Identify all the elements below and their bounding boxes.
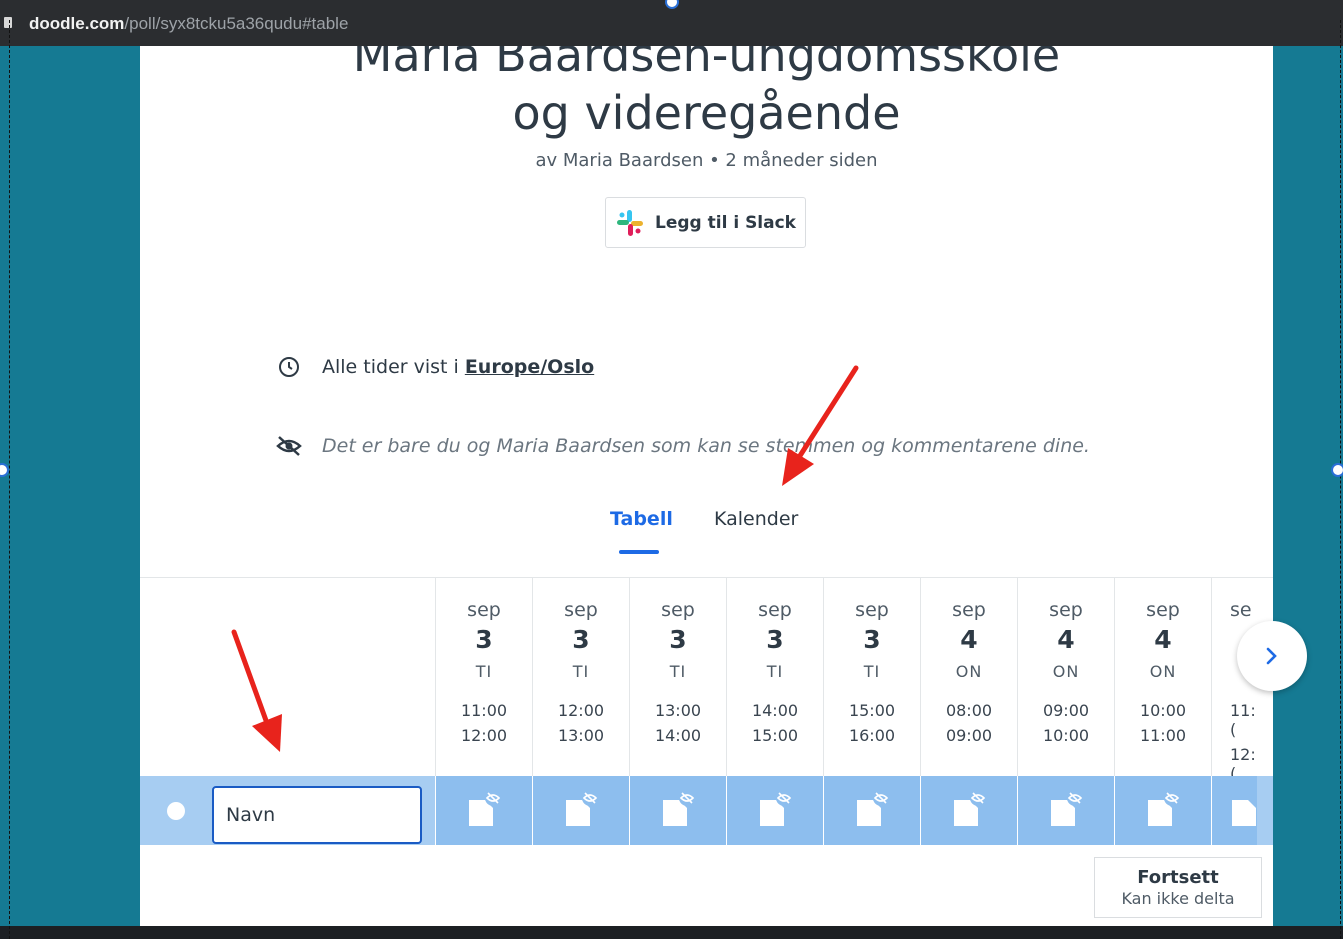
vote-checkbox[interactable]: [823, 776, 920, 845]
url-path: /poll/syx8tcku5a36qudu#table: [124, 14, 349, 33]
cannot-attend-label: Kan ikke delta: [1121, 889, 1235, 908]
slot-end: 12:00: [460, 726, 508, 745]
slot-day: 4: [1154, 625, 1172, 654]
slot-weekday: TI: [863, 662, 881, 681]
vote-checkbox[interactable]: [726, 776, 823, 845]
poll-author: av Maria Baardsen • 2 måneder siden: [535, 150, 878, 171]
add-to-slack-label: Legg til i Slack: [655, 212, 796, 233]
slot-end: 14:00: [654, 726, 702, 745]
resize-handle-left[interactable]: [0, 463, 9, 477]
vote-checkbox[interactable]: [629, 776, 726, 845]
tab-calendar[interactable]: Kalender: [714, 508, 798, 530]
hidden-vote-icon: [566, 790, 598, 826]
slot-start: 09:00: [1042, 701, 1090, 720]
slot-start: 11:00: [460, 701, 508, 720]
timezone-row: Alle tider vist i Europe/Oslo: [274, 356, 594, 378]
lock-icon: [4, 17, 12, 28]
slot-start: 14:00: [751, 701, 799, 720]
hidden-vote-icon: [1148, 790, 1180, 826]
user-icon: [167, 802, 185, 820]
slot-day: 3: [863, 625, 881, 654]
vote-checkbox[interactable]: [1211, 776, 1257, 845]
poll-page: Maria Baardsen-ungdomsskole og videregåe…: [140, 46, 1273, 926]
slot-end: 10:00: [1042, 726, 1090, 745]
slot-start: 12:00: [557, 701, 605, 720]
participant-row: [140, 776, 1273, 845]
slot-month: sep: [758, 599, 792, 621]
slot-month: sep: [564, 599, 598, 621]
poll-title-line2: og videregående: [512, 86, 901, 140]
tab-table[interactable]: Tabell: [610, 508, 673, 530]
hidden-vote-icon: [760, 790, 792, 826]
timezone-prefix: Alle tider vist i: [322, 356, 459, 378]
slot-day: 3: [669, 625, 687, 654]
vote-checkbox[interactable]: [1017, 776, 1114, 845]
slot-start: 15:00: [848, 701, 896, 720]
slot-weekday: TI: [572, 662, 590, 681]
clock-icon: [274, 356, 304, 378]
name-input[interactable]: [212, 786, 422, 844]
vote-checkbox[interactable]: [1114, 776, 1211, 845]
continue-label: Fortsett: [1137, 867, 1219, 888]
slot-end: 16:00: [848, 726, 896, 745]
chevron-right-icon: [1266, 647, 1277, 665]
hidden-vote-icon: [663, 790, 695, 826]
hidden-vote-icon: [1051, 790, 1083, 826]
slot-month: sep: [1049, 599, 1083, 621]
hidden-vote-icon: [857, 790, 889, 826]
privacy-row: Det er bare du og Maria Baardsen som kan…: [274, 435, 1090, 457]
annotation-arrow-calendar: [782, 365, 859, 486]
slot-month: sep: [952, 599, 986, 621]
slot-weekday: TI: [475, 662, 493, 681]
eye-off-icon: [274, 435, 304, 457]
poll-title: Maria Baardsen-ungdomsskole og videregåe…: [140, 46, 1273, 142]
privacy-note: Det er bare du og Maria Baardsen som kan…: [322, 435, 1090, 457]
selection-border-right: [1340, 20, 1341, 939]
slot-month: sep: [855, 599, 889, 621]
slot-end: 09:00: [945, 726, 993, 745]
vote-checkbox[interactable]: [532, 776, 629, 845]
slot-month: sep: [1146, 599, 1180, 621]
add-to-slack-button[interactable]: Legg til i Slack: [605, 197, 806, 248]
slot-day: 4: [960, 625, 978, 654]
slot-day: 3: [572, 625, 590, 654]
annotation-arrow-name: [231, 629, 282, 752]
hidden-vote-icon: [954, 790, 986, 826]
active-tab-indicator: [619, 550, 659, 554]
slot-end: 11:00: [1139, 726, 1187, 745]
slot-end: 15:00: [751, 726, 799, 745]
vote-checkbox[interactable]: [920, 776, 1017, 845]
slot-day: 4: [1057, 625, 1075, 654]
slot-month: sep: [467, 599, 501, 621]
slot-weekday: TI: [766, 662, 784, 681]
slot-start: 08:00: [945, 701, 993, 720]
poll-title-line1: Maria Baardsen-ungdomsskole: [352, 46, 1061, 82]
slot-weekday: ON: [955, 662, 983, 681]
selection-border-left: [9, 20, 10, 939]
slot-weekday: TI: [669, 662, 687, 681]
slot-month: se: [1230, 599, 1252, 621]
slot-day: 3: [475, 625, 493, 654]
slot-start: 13:00: [654, 701, 702, 720]
url-host: doodle.com: [29, 14, 125, 33]
vote-checkbox[interactable]: [435, 776, 532, 845]
slot-month: sep: [661, 599, 695, 621]
slot-end: 13:00: [557, 726, 605, 745]
slot-start: 10:00: [1139, 701, 1187, 720]
hidden-vote-icon: [469, 790, 501, 826]
resize-handle-right[interactable]: [1331, 463, 1343, 477]
slot-weekday: ON: [1052, 662, 1080, 681]
hidden-vote-icon: [1232, 800, 1256, 826]
vote-cells: [435, 776, 1257, 845]
continue-button[interactable]: Fortsett Kan ikke delta: [1094, 857, 1262, 918]
next-slots-button[interactable]: [1237, 621, 1307, 691]
slot-start: 11:(: [1230, 701, 1256, 739]
timezone-link[interactable]: Europe/Oslo: [465, 356, 594, 378]
slack-icon: [617, 209, 643, 236]
slot-day: 3: [766, 625, 784, 654]
slot-weekday: ON: [1149, 662, 1177, 681]
macos-dock: [0, 926, 1343, 939]
